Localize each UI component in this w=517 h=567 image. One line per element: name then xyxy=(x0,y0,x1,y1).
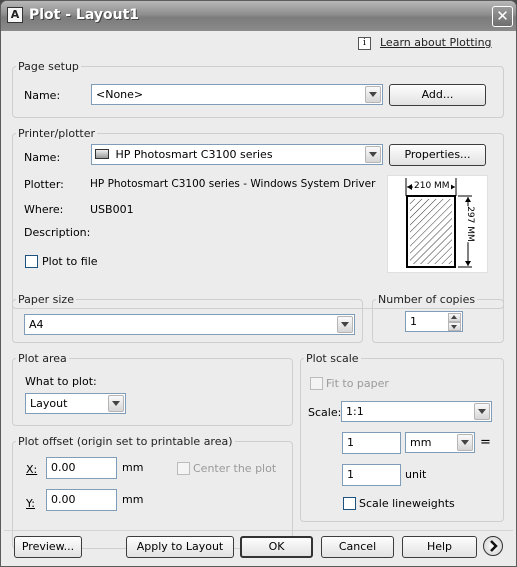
plot-dialog: A Plot - Layout1 ✕ i Learn about Plottin… xyxy=(0,0,517,567)
number-of-copies-legend: Number of copies xyxy=(378,293,476,306)
cancel-button[interactable]: Cancel xyxy=(321,536,394,558)
ok-button[interactable]: OK xyxy=(240,536,313,558)
page-setup-legend: Page setup xyxy=(18,60,79,73)
footer-divider xyxy=(4,530,513,531)
chevron-down-icon[interactable] xyxy=(337,316,353,333)
apply-to-layout-button[interactable]: Apply to Layout xyxy=(126,536,234,558)
close-button[interactable]: ✕ xyxy=(492,6,513,27)
decrement-arrow-icon[interactable] xyxy=(448,322,461,331)
plot-to-file-checkbox[interactable] xyxy=(25,255,38,268)
where-label: Where: xyxy=(24,203,64,216)
title-bar[interactable]: A Plot - Layout1 ✕ xyxy=(1,1,516,31)
scale-units-select[interactable]: mm xyxy=(405,432,475,453)
what-to-plot-label: What to plot: xyxy=(25,375,97,388)
chevron-down-icon[interactable] xyxy=(365,146,381,163)
increment-arrow-icon[interactable] xyxy=(448,313,461,322)
printer-name-label: Name: xyxy=(24,151,61,164)
info-icon: i xyxy=(358,37,371,50)
close-icon: ✕ xyxy=(496,7,509,25)
printer-icon xyxy=(95,149,109,159)
y-offset-label: Y: xyxy=(26,497,35,510)
paper-size-legend: Paper size xyxy=(18,293,74,306)
paper-preview: 210 MM 297 MM xyxy=(387,175,488,273)
paper-size-value: A4 xyxy=(29,318,44,331)
plot-area-group: Plot area xyxy=(12,352,293,426)
learn-about-plotting-link[interactable]: Learn about Plotting xyxy=(380,36,492,49)
scale-lineweights-checkbox[interactable] xyxy=(343,497,356,510)
printer-name-value: HP Photosmart C3100 series xyxy=(115,148,273,161)
dialog-body: i Learn about Plotting Page setup Name: … xyxy=(4,31,513,563)
more-options-button[interactable] xyxy=(483,536,503,556)
fit-to-paper-checkbox[interactable] xyxy=(310,377,323,390)
page-setup-name-label: Name: xyxy=(24,89,61,102)
fit-to-paper-label: Fit to paper xyxy=(326,377,389,390)
scale-select[interactable]: 1:1 xyxy=(341,401,492,422)
window-title: Plot - Layout1 xyxy=(29,7,140,23)
x-offset-input[interactable]: 0.00 xyxy=(46,457,117,479)
x-offset-label: X: xyxy=(26,463,38,476)
plot-to-file-label: Plot to file xyxy=(42,255,98,268)
page-setup-name-select[interactable]: <None> xyxy=(91,84,383,105)
scale-units-value: mm xyxy=(410,436,432,449)
chevron-down-icon[interactable] xyxy=(365,86,381,103)
where-value: USB001 xyxy=(90,203,134,216)
plot-offset-legend: Plot offset (origin set to printable are… xyxy=(18,435,233,448)
plotter-label: Plotter: xyxy=(24,178,64,191)
y-offset-input[interactable]: 0.00 xyxy=(46,489,117,511)
what-to-plot-value: Layout xyxy=(30,397,68,410)
plotter-value: HP Photosmart C3100 series - Windows Sys… xyxy=(90,178,376,190)
y-offset-unit: mm xyxy=(122,493,144,506)
copies-stepper[interactable]: 1 xyxy=(405,311,463,332)
scale-label: Scale: xyxy=(308,406,342,419)
paper-size-select[interactable]: A4 xyxy=(24,314,355,335)
copies-value: 1 xyxy=(410,315,417,328)
printer-plotter-legend: Printer/plotter xyxy=(18,127,95,140)
paper-width-label: 210 MM xyxy=(413,181,451,191)
drawing-unit-label: unit xyxy=(405,468,427,481)
scale-paper-units-input[interactable]: 1 xyxy=(342,432,401,454)
page-setup-name-value: <None> xyxy=(96,88,144,101)
scale-lineweights-label: Scale lineweights xyxy=(359,497,455,510)
x-offset-unit: mm xyxy=(122,461,144,474)
chevron-down-icon[interactable] xyxy=(457,434,473,451)
what-to-plot-select[interactable]: Layout xyxy=(25,393,126,414)
equals-sign: = xyxy=(480,435,491,450)
chevron-right-icon xyxy=(490,540,498,552)
center-the-plot-checkbox[interactable] xyxy=(177,462,190,475)
help-button[interactable]: Help xyxy=(402,536,477,558)
chevron-down-icon[interactable] xyxy=(474,403,490,420)
paper-height-label: 297 MM xyxy=(464,206,475,242)
preview-button[interactable]: Preview... xyxy=(14,536,82,558)
printer-properties-button[interactable]: Properties... xyxy=(389,144,486,166)
center-the-plot-label: Center the plot xyxy=(193,462,277,475)
app-icon: A xyxy=(7,7,23,23)
printer-name-select[interactable]: HP Photosmart C3100 series xyxy=(91,144,383,165)
add-page-setup-button[interactable]: Add... xyxy=(389,84,486,106)
scale-drawing-units-input[interactable]: 1 xyxy=(342,464,401,486)
plot-scale-legend: Plot scale xyxy=(306,352,359,365)
scale-value: 1:1 xyxy=(346,405,364,418)
description-label: Description: xyxy=(24,226,91,239)
plot-area-legend: Plot area xyxy=(18,352,67,365)
chevron-down-icon[interactable] xyxy=(108,395,124,412)
